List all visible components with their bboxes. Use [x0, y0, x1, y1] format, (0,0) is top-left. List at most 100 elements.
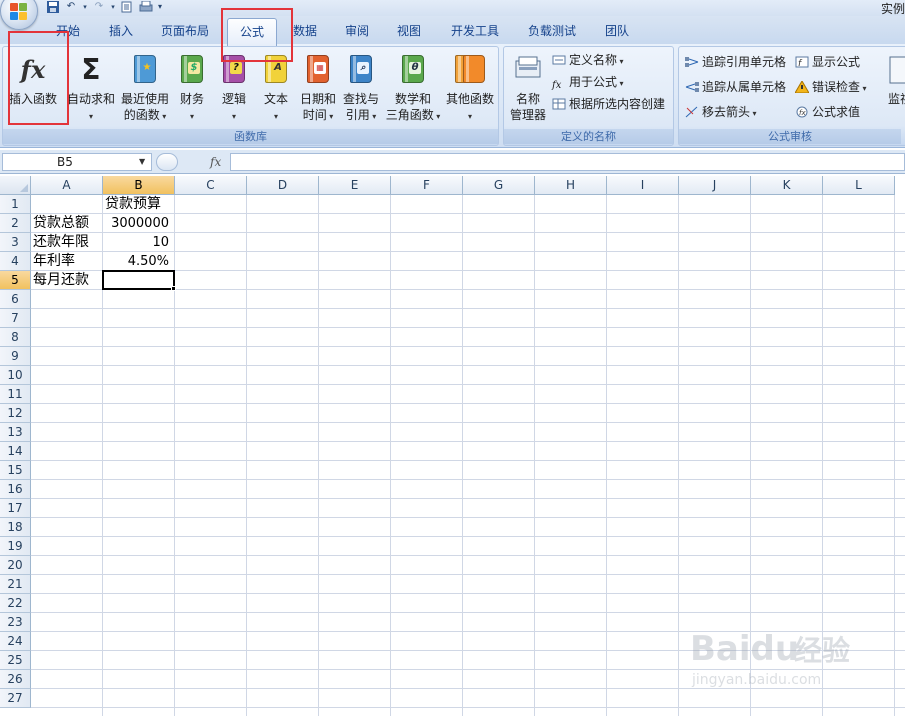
watermark-brand-cn: 经验 — [794, 634, 850, 667]
row-header[interactable]: 9 — [0, 347, 31, 366]
grid-row-line — [31, 327, 905, 328]
trace-precedents-icon — [685, 55, 699, 67]
row-header[interactable]: 1 — [0, 195, 31, 214]
print-icon[interactable] — [138, 0, 153, 13]
row-header[interactable]: 18 — [0, 518, 31, 537]
undo-icon[interactable]: ↶ — [64, 1, 78, 13]
name-manager-button[interactable]: 名称 管理器 — [506, 53, 550, 123]
remove-arrows-button[interactable]: 移去箭头 ▾ — [685, 103, 757, 121]
row-header[interactable]: 11 — [0, 385, 31, 404]
trace-precedents-button[interactable]: 追踪引用单元格 — [685, 53, 786, 71]
row-header[interactable]: 15 — [0, 461, 31, 480]
name-manager-label-2: 管理器 — [509, 108, 546, 122]
autosum-button[interactable]: Σ 自动求和 ▾ — [65, 53, 117, 125]
column-header[interactable]: J — [679, 176, 751, 195]
row-header[interactable]: 20 — [0, 556, 31, 575]
tab-team[interactable]: 团队 — [596, 21, 638, 43]
row-header[interactable]: 26 — [0, 670, 31, 689]
more-functions-button[interactable]: 其他函数 ▾ — [443, 53, 497, 125]
column-header[interactable]: I — [607, 176, 679, 195]
math-trig-button[interactable]: θ 数学和 三角函数 ▾ — [383, 53, 443, 125]
column-header[interactable]: B — [103, 176, 175, 195]
show-formulas-button[interactable]: f 显示公式 — [795, 53, 860, 71]
fill-handle[interactable] — [171, 286, 176, 291]
row-header[interactable]: 6 — [0, 290, 31, 309]
column-header[interactable]: A — [31, 176, 103, 195]
column-header[interactable]: K — [751, 176, 823, 195]
text-button[interactable]: A 文本 ▾ — [257, 53, 295, 125]
chevron-down-icon[interactable]: ▼ — [139, 153, 145, 171]
column-header[interactable]: L — [823, 176, 895, 195]
column-header[interactable]: E — [319, 176, 391, 195]
row-header[interactable]: 2 — [0, 214, 31, 233]
create-from-selection-button[interactable]: 根据所选内容创建 — [552, 95, 665, 113]
cell-b1[interactable]: 贷款预算 — [105, 195, 197, 214]
row-header[interactable]: 21 — [0, 575, 31, 594]
row-header[interactable]: 22 — [0, 594, 31, 613]
redo-dropdown-icon[interactable]: ▾ — [110, 1, 116, 13]
grid-row-line — [31, 403, 905, 404]
row-header[interactable]: 3 — [0, 233, 31, 252]
row-header[interactable]: 14 — [0, 442, 31, 461]
book-lookup-icon: ⌕ — [346, 53, 376, 87]
logical-button[interactable]: ? 逻辑 ▾ — [215, 53, 253, 125]
datetime-label-2: 时间 — [302, 108, 327, 122]
grid-row-line — [31, 593, 905, 594]
cell-b4[interactable]: 4.50% — [103, 252, 172, 271]
cell-b3[interactable]: 10 — [103, 233, 172, 252]
row-header[interactable]: 8 — [0, 328, 31, 347]
row-header[interactable]: 7 — [0, 309, 31, 328]
column-header[interactable]: F — [391, 176, 463, 195]
row-header[interactable]: 27 — [0, 689, 31, 708]
tab-review[interactable]: 审阅 — [336, 21, 378, 43]
tab-load-test[interactable]: 负载测试 — [520, 21, 584, 43]
row-header[interactable]: 4 — [0, 252, 31, 271]
tab-insert[interactable]: 插入 — [100, 21, 142, 43]
use-in-formula-button[interactable]: fx 用于公式 ▾ — [552, 73, 624, 91]
column-header[interactable]: H — [535, 176, 607, 195]
customize-toolbar-icon[interactable]: ▾ — [156, 1, 164, 13]
save-icon[interactable] — [46, 1, 60, 13]
trace-dependents-button[interactable]: 追踪从属单元格 — [685, 78, 786, 96]
tab-view[interactable]: 视图 — [388, 21, 430, 43]
column-header[interactable]: G — [463, 176, 535, 195]
row-header[interactable]: 24 — [0, 632, 31, 651]
row-header[interactable]: 23 — [0, 613, 31, 632]
evaluate-formula-label: 公式求值 — [812, 105, 861, 119]
row-header[interactable]: 17 — [0, 499, 31, 518]
row-header[interactable]: 25 — [0, 651, 31, 670]
financial-button[interactable]: $ 财务 ▾ — [173, 53, 211, 125]
error-checking-button[interactable]: 错误检查 ▾ — [794, 78, 867, 96]
active-cell-border[interactable] — [102, 270, 175, 290]
select-all-corner[interactable] — [0, 176, 31, 195]
chevron-down-icon: ▾ — [617, 57, 624, 66]
redo-icon[interactable]: ↷ — [92, 1, 106, 13]
row-header[interactable]: 5 — [0, 271, 31, 290]
autosum-label: 自动求和 — [66, 92, 115, 106]
tab-page-layout[interactable]: 页面布局 — [152, 21, 218, 43]
evaluate-formula-button[interactable]: fx 公式求值 — [795, 103, 860, 121]
define-name-button[interactable]: 定义名称 ▾ — [552, 51, 624, 69]
lookup-reference-button[interactable]: ⌕ 查找与 引用 ▾ — [341, 53, 381, 125]
name-box[interactable]: B5 — [2, 153, 152, 171]
column-header[interactable]: D — [247, 176, 319, 195]
show-formulas-icon: f — [795, 55, 809, 69]
column-header[interactable]: C — [175, 176, 247, 195]
formula-input[interactable] — [230, 153, 905, 171]
formula-bar-expand-handle[interactable] — [156, 153, 178, 171]
tab-developer[interactable]: 开发工具 — [444, 21, 506, 43]
fx-icon[interactable]: fx — [210, 153, 221, 171]
cell-b2[interactable]: 3000000 — [103, 214, 172, 233]
print-preview-icon[interactable] — [120, 1, 134, 13]
watermark-url: jingyan.baidu.com — [691, 672, 821, 688]
recently-used-button[interactable]: ★ 最近使用 的函数 ▾ — [119, 53, 171, 125]
row-header[interactable]: 12 — [0, 404, 31, 423]
row-header[interactable]: 13 — [0, 423, 31, 442]
row-header[interactable]: 19 — [0, 537, 31, 556]
undo-dropdown-icon[interactable]: ▾ — [82, 1, 88, 13]
watch-window-button[interactable]: 监视 — [885, 53, 905, 107]
row-header[interactable]: 10 — [0, 366, 31, 385]
chevron-down-icon: ▾ — [231, 112, 236, 121]
date-time-button[interactable]: ▦ 日期和 时间 ▾ — [297, 53, 339, 125]
row-header[interactable]: 16 — [0, 480, 31, 499]
